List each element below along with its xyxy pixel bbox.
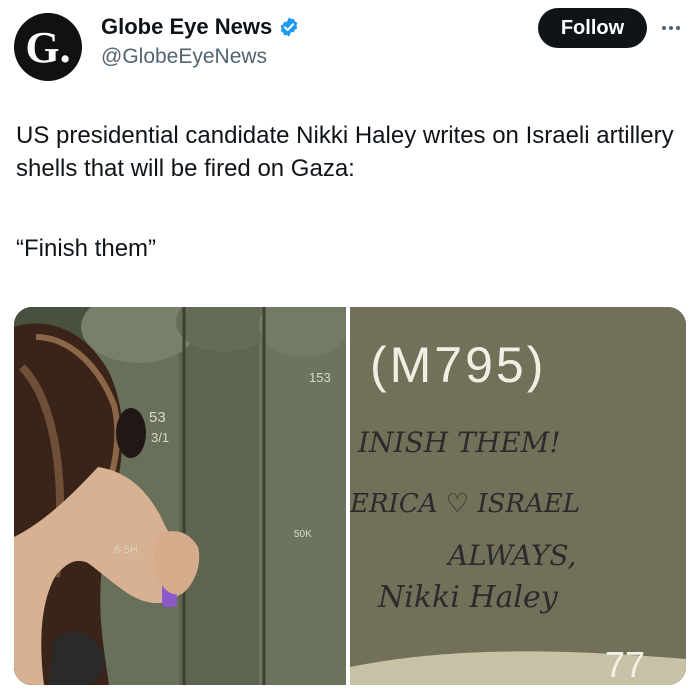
tweet-text: US presidential candidate Nikki Haley wr… — [16, 122, 674, 182]
follow-button[interactable]: Follow — [538, 8, 647, 48]
photo-left[interactable]: 153 53 3/1 6-5H 50K — [14, 307, 346, 685]
svg-text:6-5H: 6-5H — [114, 544, 138, 556]
shell-mark-1: 153 — [309, 370, 331, 385]
author-row: Globe Eye News — [101, 14, 300, 40]
photo-right[interactable]: (M795) INISH THEM! ERICA ♡ ISRAEL ALWAYS… — [350, 307, 686, 685]
avatar-letter: G. — [25, 22, 71, 72]
shell-mark-2: 53 — [149, 409, 166, 426]
verified-badge-icon — [280, 17, 298, 37]
more-options-icon[interactable] — [656, 18, 686, 38]
author-name[interactable]: Globe Eye News — [101, 14, 272, 40]
handwriting-line-1: INISH THEM! — [357, 426, 561, 459]
avatar[interactable]: G. — [14, 13, 82, 81]
svg-text:50K: 50K — [294, 529, 312, 540]
author-handle[interactable]: @GlobeEyeNews — [101, 45, 267, 69]
handwriting-line-3: ALWAYS, — [445, 539, 576, 572]
shell-number: 77 — [605, 644, 645, 685]
media-grid[interactable]: 153 53 3/1 6-5H 50K (M795) INISH THEM! E… — [14, 307, 686, 685]
photo-left-image: 153 53 3/1 6-5H 50K — [14, 307, 346, 685]
tweet-quote: “Finish them” — [16, 235, 157, 262]
stencil-text: (M795) — [370, 337, 546, 393]
shell-mark-3: 3/1 — [151, 430, 169, 445]
signature: Nikki Haley — [377, 580, 559, 615]
handwriting-line-2: ERICA ♡ ISRAEL — [350, 489, 580, 519]
photo-right-image: (M795) INISH THEM! ERICA ♡ ISRAEL ALWAYS… — [350, 307, 686, 685]
